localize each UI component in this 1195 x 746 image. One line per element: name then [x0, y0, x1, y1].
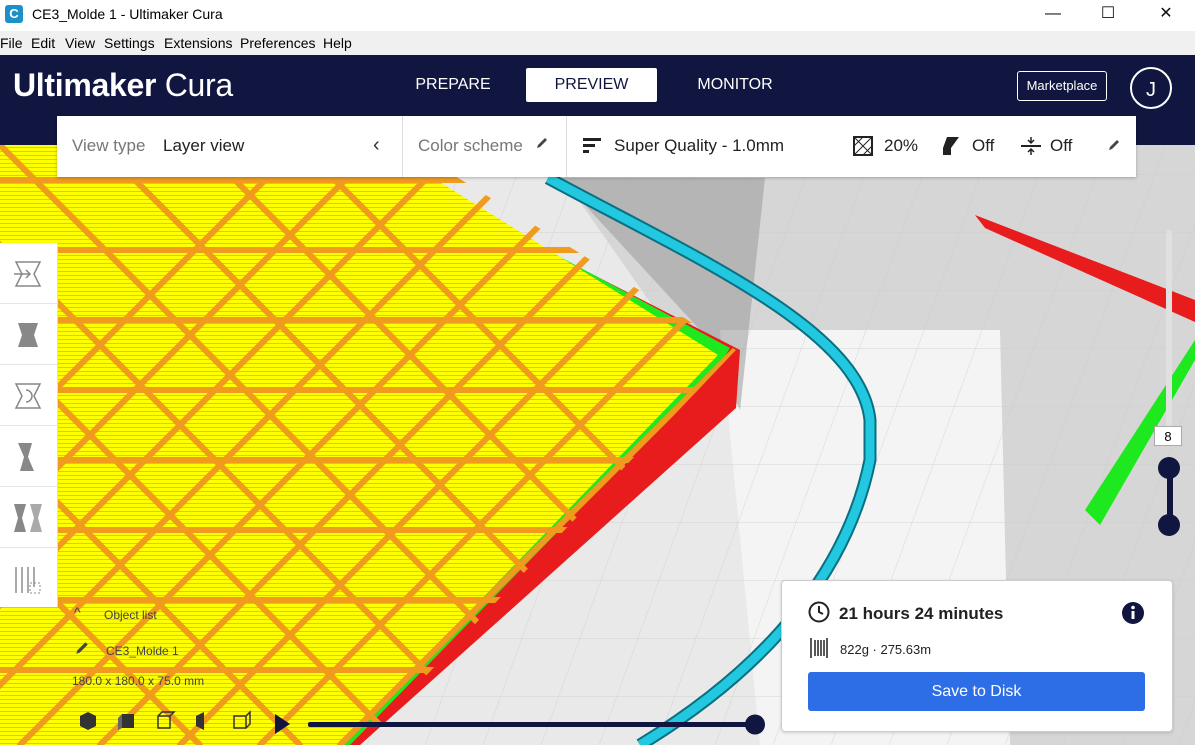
play-icon[interactable] — [275, 714, 290, 734]
tab-prepare[interactable]: PREPARE — [400, 68, 506, 102]
info-icon[interactable] — [1121, 601, 1145, 625]
object-list-header[interactable]: Object list — [104, 608, 157, 622]
support-value[interactable]: Off — [972, 136, 994, 156]
layer-slider[interactable]: 8 — [1152, 230, 1188, 540]
support-blocker-icon — [15, 567, 41, 594]
view-type-dropdown[interactable]: Layer view — [163, 136, 244, 156]
menu-settings[interactable]: Settings — [104, 35, 155, 51]
scale-tool[interactable] — [0, 304, 57, 365]
spool-icon — [810, 638, 828, 658]
menu-bar: File Edit View Settings Extensions Prefe… — [0, 31, 1195, 55]
tab-monitor[interactable]: MONITOR — [680, 68, 790, 102]
material-usage: 822g · 275.63m — [840, 642, 932, 657]
chevron-left-icon[interactable]: ‹ — [373, 134, 380, 157]
adhesion-value[interactable]: Off — [1050, 136, 1072, 156]
cura-icon: C — [5, 5, 23, 23]
support-icon — [941, 136, 961, 161]
rotate-tool[interactable] — [0, 365, 57, 426]
rotate-icon — [14, 383, 42, 409]
per-model-settings-tool[interactable] — [0, 487, 57, 548]
menu-view[interactable]: View — [65, 35, 95, 51]
infill-value[interactable]: 20% — [884, 136, 918, 156]
account-avatar[interactable]: J — [1130, 67, 1172, 109]
menu-preferences[interactable]: Preferences — [240, 35, 315, 51]
per-model-settings-icon — [14, 504, 42, 532]
print-summary-panel: 21 hours 24 minutes 822g · 275.63m Save … — [781, 580, 1173, 732]
camera-view-buttons — [78, 710, 258, 732]
pencil-icon[interactable] — [535, 135, 549, 155]
object-name[interactable]: CE3_Molde 1 — [106, 644, 179, 658]
minimize-button[interactable]: — — [1030, 0, 1076, 31]
clock-icon — [808, 601, 830, 623]
color-scheme-label[interactable]: Color scheme — [418, 136, 523, 156]
print-profile-selector[interactable]: Super Quality - 1.0mm — [614, 136, 784, 156]
layer-progress-track[interactable] — [308, 722, 756, 727]
pencil-icon[interactable] — [1107, 137, 1121, 157]
pencil-icon[interactable] — [74, 640, 90, 659]
scale-icon — [18, 323, 38, 347]
progress-handle[interactable] — [745, 714, 765, 735]
save-to-disk-button[interactable]: Save to Disk — [808, 672, 1145, 711]
maximize-button[interactable]: ☐ — [1085, 0, 1131, 31]
move-icon — [14, 261, 42, 287]
view-type-label: View type — [72, 136, 146, 155]
window-title: CE3_Molde 1 - Ultimaker Cura — [32, 6, 223, 22]
support-blocker-tool[interactable] — [0, 548, 57, 608]
layer-number-field[interactable]: 8 — [1154, 426, 1182, 446]
move-tool[interactable] — [0, 243, 57, 304]
marketplace-button[interactable]: Marketplace — [1017, 71, 1107, 101]
upper-layer-handle[interactable] — [1158, 457, 1180, 479]
mirror-icon — [18, 443, 34, 471]
tab-preview[interactable]: PREVIEW — [526, 68, 657, 102]
layer-slider-track[interactable] — [1166, 230, 1172, 430]
adhesion-icon — [1021, 136, 1041, 161]
infill-icon — [853, 136, 873, 161]
layer-playback-bar — [270, 711, 770, 741]
tool-panel — [0, 243, 58, 607]
brand-logo: Ultimaker Cura — [13, 67, 233, 103]
menu-file[interactable]: File — [0, 35, 23, 51]
print-time: 21 hours 24 minutes — [839, 604, 1004, 623]
object-dimensions: 180.0 x 180.0 x 75.0 mm — [72, 674, 205, 688]
view-toolbar: View type Layer view ‹ Color scheme Supe… — [57, 116, 1136, 177]
mirror-tool[interactable] — [0, 426, 57, 487]
menu-help[interactable]: Help — [323, 35, 352, 51]
menu-extensions[interactable]: Extensions — [164, 35, 232, 51]
menu-edit[interactable]: Edit — [31, 35, 55, 51]
close-button[interactable]: ✕ — [1143, 0, 1189, 31]
lower-layer-handle[interactable] — [1158, 514, 1180, 536]
chevron-up-icon[interactable]: ^ — [74, 604, 81, 620]
quality-profile-icon — [583, 136, 603, 161]
window-titlebar: C CE3_Molde 1 - Ultimaker Cura — ☐ ✕ — [0, 0, 1195, 31]
